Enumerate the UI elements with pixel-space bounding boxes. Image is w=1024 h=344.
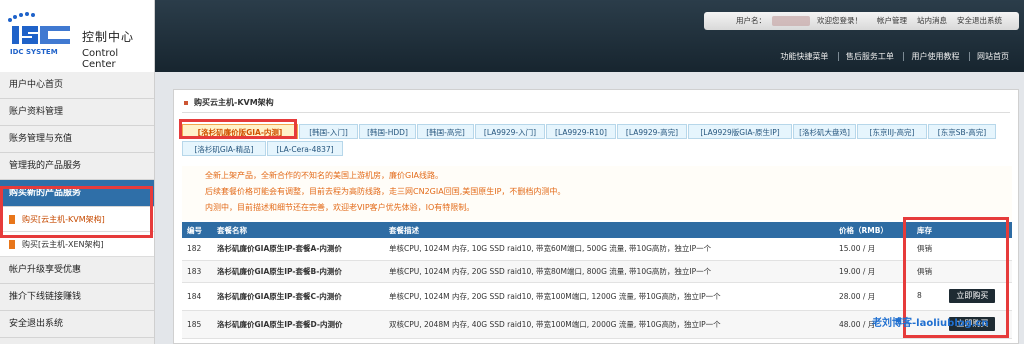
- username-label: 用户名：: [736, 16, 766, 25]
- notice-line: 后续套餐价格可能会有调整，目前去程为高防线路，走三网CN2GIA回国,美国原生I…: [205, 187, 566, 196]
- notice-line: 内测中，目前描述和细节还在完善，欢迎老VIP客户优先体验，IO有特限制。: [205, 203, 475, 212]
- tab-la-cera-4837[interactable]: [LA-Cera-4837]: [267, 141, 343, 156]
- table-row: 182 洛杉矶廉价GIA原生IP-套餐A-内测价 单核CPU, 1024M 内存…: [182, 238, 1012, 261]
- table-header-row: 编号 套餐名称 套餐描述 价格（RMB） 库存: [182, 222, 1012, 238]
- user-info-bar: 用户名： 欢迎您登录！ 帐户管理 站内消息 安全退出系统: [704, 12, 1019, 30]
- tab-la9929-entry[interactable]: [LA9929-入门]: [475, 124, 545, 139]
- cell-id: 182: [182, 238, 212, 261]
- content-panel: 购买云主机-KVM架构 [洛杉矶廉价版GIA-内测] [韩国-入门] [韩国-H…: [173, 89, 1019, 344]
- cell-id: 185: [182, 310, 212, 339]
- tab-la9929-r10[interactable]: [LA9929-R10]: [546, 124, 616, 139]
- app-window: IDC SYSTEM 控制中心 Control Center 用户中心首页 账户…: [0, 0, 1024, 344]
- tab-la9929-gia-native[interactable]: [LA9929版GIA-原生IP]: [688, 124, 792, 139]
- cell-price: 15.00 / 月: [834, 238, 912, 261]
- sidebar: IDC SYSTEM 控制中心 Control Center 用户中心首页 账户…: [0, 0, 155, 344]
- table-row: 184 洛杉矶廉价GIA原生IP-套餐C-内测价 单核CPU, 1024M 内存…: [182, 282, 1012, 311]
- cell-name: 洛杉矶廉价GIA原生IP-套餐D-内测价: [212, 310, 384, 339]
- quick-links: 功能快捷菜单 售后服务工单 用户使用教程 网站首页: [773, 51, 1016, 62]
- tab-korea-hdd[interactable]: [韩国-HDD]: [359, 124, 416, 139]
- divider: [182, 112, 1010, 113]
- tab-la-big-disk[interactable]: [洛杉矶大盘鸡]: [793, 124, 856, 139]
- sidebar-item-referral[interactable]: 推介下线链接赚钱: [0, 284, 154, 311]
- idc-logo-icon: IDC SYSTEM: [8, 12, 70, 56]
- sidebar-subitem-xen-label: 购买[云主机-XEN架构]: [22, 240, 104, 249]
- welcome-text: 欢迎您登录！: [817, 16, 862, 25]
- cell-desc: 单核CPU, 1024M 内存, 20G SSD raid10, 带宽80M端口…: [384, 260, 834, 283]
- main-area: 用户名： 欢迎您登录！ 帐户管理 站内消息 安全退出系统 功能快捷菜单 售后服务…: [155, 0, 1024, 344]
- col-id-header: 编号: [182, 222, 212, 238]
- col-price-header: 价格（RMB）: [834, 222, 912, 238]
- section-title: 购买云主机-KVM架构: [184, 97, 274, 108]
- cell-name: 洛杉矶廉价GIA原生IP-套餐B-内测价: [212, 260, 384, 283]
- cell-name: 洛杉矶廉价GIA原生IP-套餐A-内测价: [212, 238, 384, 261]
- logo-mark-text: IDC SYSTEM: [10, 48, 58, 56]
- tab-la9929-high[interactable]: [LA9929-高完]: [617, 124, 687, 139]
- tab-korea-high[interactable]: [韩国-高完]: [417, 124, 474, 139]
- top-bar: 用户名： 欢迎您登录！ 帐户管理 站内消息 安全退出系统 功能快捷菜单 售后服务…: [155, 0, 1024, 72]
- cell-id: 183: [182, 260, 212, 283]
- sidebar-item-my-products[interactable]: 管理我的产品服务: [0, 153, 154, 180]
- account-mgmt-link[interactable]: 帐户管理: [877, 12, 907, 30]
- cell-price: 19.00 / 月: [834, 260, 912, 283]
- logo-title-en: Control Center: [82, 48, 119, 70]
- notice-line: 全新上架产品，全新合作的不知名的美国上游机房，廉价GIA线路。: [205, 171, 444, 180]
- username-redacted: [772, 16, 810, 26]
- col-desc-header: 套餐描述: [384, 222, 834, 238]
- logout-link[interactable]: 安全退出系统: [957, 12, 1002, 30]
- homepage-link[interactable]: 网站首页: [969, 52, 1016, 61]
- cell-desc: 单核CPU, 1024M 内存, 10G SSD raid10, 带宽60M端口…: [384, 238, 834, 261]
- sidebar-item-logout[interactable]: 安全退出系统: [0, 311, 154, 338]
- cell-price: 28.00 / 月: [834, 282, 912, 311]
- sidebar-item-profile[interactable]: 账户资料管理: [0, 99, 154, 126]
- cell-id: 184: [182, 282, 212, 311]
- highlight-box-tab: [179, 119, 297, 139]
- tab-la-gia-premium[interactable]: [洛杉矶GIA-精品]: [182, 141, 266, 156]
- logo-title-cn: 控制中心: [82, 30, 135, 44]
- sidebar-item-billing[interactable]: 账务管理与充值: [0, 126, 154, 153]
- table-row: 183 洛杉矶廉价GIA原生IP-套餐B-内测价 单核CPU, 1024M 内存…: [182, 260, 1012, 283]
- cell-name: 洛杉矶廉价GIA原生IP-套餐C-内测价: [212, 282, 384, 311]
- tab-tokyo-iij[interactable]: [东京IIJ-高完]: [857, 124, 927, 139]
- highlight-box-sidebar: [0, 186, 153, 238]
- sidebar-item-upgrade[interactable]: 帐户升级享受优惠: [0, 257, 154, 284]
- tab-korea-entry[interactable]: [韩国-入门]: [299, 124, 358, 139]
- quick-menu-link[interactable]: 功能快捷菜单: [773, 52, 835, 61]
- notice-box: 全新上架产品，全新合作的不知名的美国上游机房，廉价GIA线路。 后续套餐价格可能…: [182, 166, 1012, 220]
- watermark: 老刘博客-laoliublog.cn: [872, 318, 989, 329]
- tutorial-link[interactable]: 用户使用教程: [903, 52, 967, 61]
- messages-link[interactable]: 站内消息: [917, 12, 947, 30]
- tab-tokyo-sb[interactable]: [东京SB-高完]: [928, 124, 996, 139]
- sidebar-item-home[interactable]: 用户中心首页: [0, 72, 154, 99]
- cell-desc: 单核CPU, 1024M 内存, 20G SSD raid10, 带宽100M端…: [384, 282, 834, 311]
- support-ticket-link[interactable]: 售后服务工单: [837, 52, 901, 61]
- col-name-header: 套餐名称: [212, 222, 384, 238]
- cell-desc: 双核CPU, 2048M 内存, 40G SSD raid10, 带宽100M端…: [384, 310, 834, 339]
- logo[interactable]: IDC SYSTEM 控制中心 Control Center: [0, 0, 154, 72]
- bullet-icon: [9, 240, 15, 249]
